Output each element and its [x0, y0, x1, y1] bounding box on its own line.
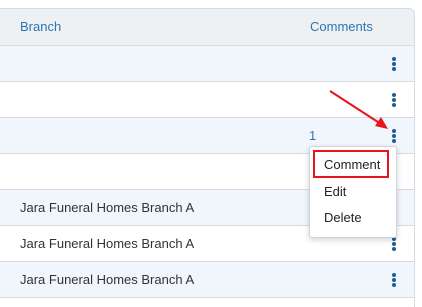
- branch-cell: Jara Funeral Homes Branch A: [20, 200, 195, 215]
- kebab-menu-icon[interactable]: [388, 56, 400, 72]
- menu-item-label: Comment: [324, 157, 381, 172]
- menu-item-edit[interactable]: Edit: [310, 179, 396, 205]
- column-header-comments[interactable]: Comments: [310, 19, 373, 34]
- menu-item-label: Delete: [324, 210, 362, 225]
- table-row[interactable]: Jara Funeral Homes Branch A: [0, 262, 414, 298]
- menu-item-comment[interactable]: Comment: [313, 150, 389, 178]
- table-header: Branch Comments: [0, 9, 414, 46]
- column-header-branch[interactable]: Branch: [20, 19, 61, 34]
- comment-count[interactable]: 1: [309, 128, 316, 143]
- branch-cell: Jara Funeral Homes Branch A: [20, 272, 195, 287]
- branch-cell: Jara Funeral Homes Branch A: [20, 236, 195, 251]
- row-context-menu: Comment Edit Delete: [309, 146, 397, 238]
- kebab-menu-icon[interactable]: [388, 272, 400, 288]
- kebab-menu-icon[interactable]: [388, 92, 400, 108]
- menu-item-delete[interactable]: Delete: [310, 205, 396, 231]
- menu-item-label: Edit: [324, 184, 347, 199]
- table-row[interactable]: [0, 46, 414, 82]
- kebab-menu-icon[interactable]: [388, 128, 400, 144]
- kebab-menu-icon[interactable]: [388, 236, 400, 252]
- table-row[interactable]: [0, 82, 414, 118]
